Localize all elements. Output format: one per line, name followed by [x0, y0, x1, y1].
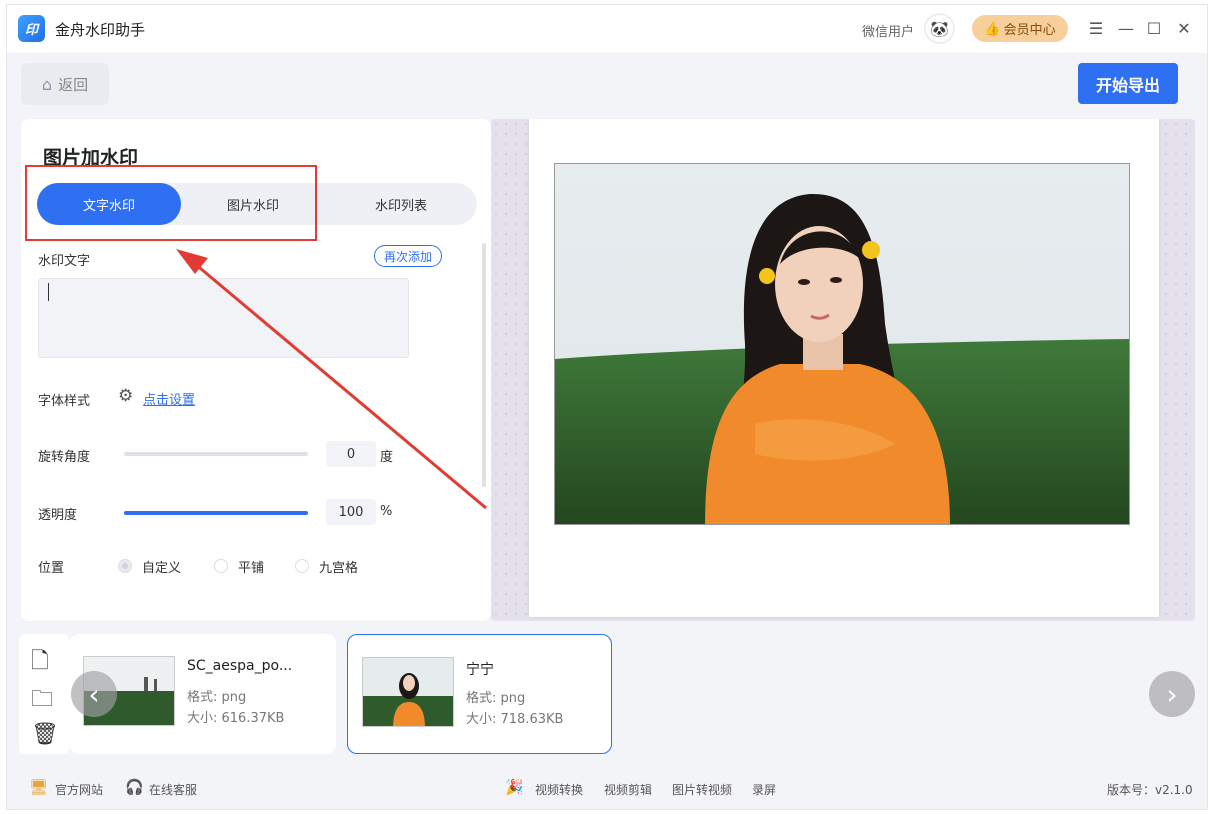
online-service-link[interactable]: 在线客服: [149, 781, 197, 798]
video-convert-link[interactable]: 视频转换: [535, 781, 583, 798]
back-label: 返回: [58, 75, 89, 94]
text-caret: [48, 283, 49, 301]
tab-watermark-list[interactable]: 水印列表: [325, 183, 477, 225]
radio-tile[interactable]: [214, 559, 228, 573]
rotation-unit: 度: [380, 450, 394, 465]
close-icon[interactable]: ✕: [1174, 17, 1194, 39]
watermark-text-label: 水印文字: [38, 254, 91, 269]
menu-icon[interactable]: ☰: [1086, 17, 1106, 39]
app-title: 金舟水印助手: [55, 21, 146, 39]
add-folder-icon[interactable]: 🗀: [31, 682, 53, 720]
radio-grid[interactable]: [295, 559, 309, 573]
party-icon: 🎉: [505, 778, 524, 796]
radio-custom[interactable]: [118, 559, 132, 573]
file-format-1: 格式: png: [187, 690, 247, 705]
settings-panel: 图片加水印 文字水印 图片水印 水印列表 水印文字 再次添加 字体样式 ⚙ 点击…: [21, 119, 491, 621]
preview-photo-graphic: [555, 164, 1129, 524]
user-name[interactable]: 微信用户: [862, 21, 914, 40]
prev-arrow-icon[interactable]: ‹: [71, 671, 117, 717]
member-center-label: 会员中心: [1003, 22, 1056, 37]
file-name-2: 宁宁: [466, 662, 494, 678]
official-site-link[interactable]: 官方网站: [55, 781, 103, 798]
app-window: 印 金舟水印助手 微信用户 🐼 👍 会员中心 ☰ — ☐ ✕ ⌂ 返回 开始导出…: [6, 4, 1208, 810]
screen-record-link[interactable]: 录屏: [752, 781, 776, 798]
delete-icon[interactable]: 🗑: [31, 722, 59, 747]
rotation-label: 旋转角度: [38, 450, 91, 465]
thumbs-up-icon: 👍: [984, 20, 1001, 36]
font-style-settings-link[interactable]: 点击设置: [143, 389, 195, 408]
tab-highlight-annotation: [25, 165, 317, 241]
headset-icon: 🎧: [125, 778, 144, 796]
file-tools: 🗋 🗀 🗑: [19, 634, 69, 754]
font-style-label: 字体样式: [38, 394, 91, 409]
member-center-button[interactable]: 👍 会员中心: [972, 15, 1068, 42]
opacity-label: 透明度: [38, 508, 78, 523]
app-logo-icon: 印: [18, 15, 45, 42]
radio-tile-label[interactable]: 平铺: [238, 557, 264, 576]
file-name-1: SC_aespa_po...: [187, 658, 293, 674]
add-file-icon[interactable]: 🗋: [31, 644, 49, 682]
file-size-2: 大小: 718.63KB: [466, 712, 564, 727]
home-icon: ⌂: [41, 74, 53, 94]
start-export-button[interactable]: 开始导出: [1078, 63, 1178, 104]
image-to-video-link[interactable]: 图片转视频: [672, 781, 732, 798]
radio-custom-label[interactable]: 自定义: [142, 557, 181, 576]
video-edit-link[interactable]: 视频剪辑: [604, 781, 652, 798]
avatar[interactable]: 🐼: [924, 13, 955, 44]
file-format-2: 格式: png: [466, 691, 526, 706]
file-card-2[interactable]: 宁宁 格式: png 大小: 718.63KB: [347, 634, 612, 754]
back-button[interactable]: ⌂ 返回: [21, 63, 109, 105]
panel-scrollbar[interactable]: [482, 243, 486, 487]
file-thumbnail-2: [362, 657, 454, 727]
minimize-icon[interactable]: —: [1116, 17, 1136, 39]
opacity-slider[interactable]: [124, 511, 308, 515]
watermark-text-input[interactable]: [38, 278, 409, 358]
file-size-1: 大小: 616.37KB: [187, 711, 285, 726]
opacity-unit: %: [380, 504, 393, 519]
opacity-slider-fill: [124, 511, 308, 515]
website-icon: 🖥: [29, 778, 49, 796]
preview-photo[interactable]: [554, 163, 1130, 525]
maximize-icon[interactable]: ☐: [1144, 17, 1164, 39]
add-again-button[interactable]: 再次添加: [374, 245, 442, 267]
gear-icon[interactable]: ⚙: [118, 386, 133, 406]
position-label: 位置: [38, 561, 65, 576]
image-preview-area[interactable]: [491, 119, 1195, 621]
next-arrow-icon[interactable]: ›: [1149, 671, 1195, 717]
rotation-value[interactable]: 0: [326, 441, 376, 467]
title-bar: 印 金舟水印助手 微信用户 🐼 👍 会员中心 ☰ — ☐ ✕: [7, 5, 1207, 53]
version-label: 版本号：v2.1.0: [1107, 783, 1193, 797]
radio-grid-label[interactable]: 九宫格: [319, 557, 358, 576]
rotation-slider[interactable]: [124, 452, 308, 456]
photo-frame: [529, 119, 1159, 617]
opacity-value[interactable]: 100: [326, 499, 376, 525]
